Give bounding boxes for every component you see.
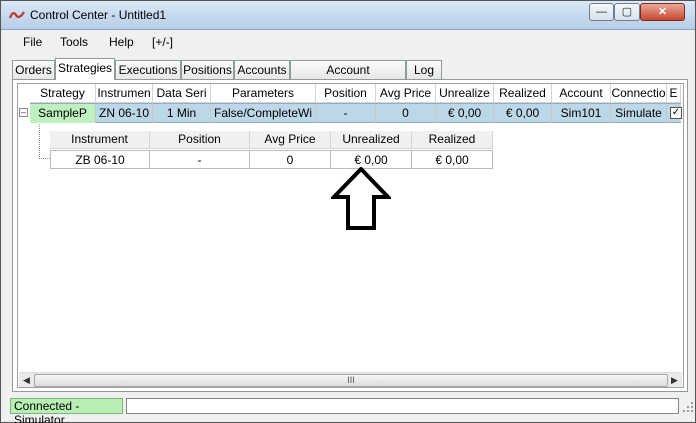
title-bar[interactable]: Control Center - Untitled1 — ▢ ✕ <box>1 1 695 30</box>
cell-connection: Simulate <box>611 104 667 123</box>
tab-executions[interactable]: Executions <box>115 60 181 79</box>
col-enabled[interactable]: E <box>667 84 681 103</box>
subcell-position: - <box>150 150 250 169</box>
menu-help[interactable]: Help <box>109 35 134 49</box>
minimize-button[interactable]: — <box>589 3 614 21</box>
status-message-field <box>126 398 679 414</box>
subcell-realized: € 0,00 <box>412 150 493 169</box>
tab-account-performance[interactable]: Account Performance <box>290 60 406 95</box>
menu-tools[interactable]: Tools <box>60 35 88 49</box>
col-account[interactable]: Account <box>552 84 611 103</box>
cell-data-series: 1 Min <box>153 104 211 123</box>
subcol-realized[interactable]: Realized <box>412 131 493 149</box>
scroll-right-icon[interactable]: ▶ <box>667 373 682 388</box>
tab-strategies[interactable]: Strategies <box>55 58 115 80</box>
window-title: Control Center - Untitled1 <box>30 8 167 22</box>
cell-unrealized: € 0,00 <box>436 104 494 123</box>
col-strategy[interactable]: Strategy <box>30 84 96 103</box>
cell-realized: € 0,00 <box>494 104 552 123</box>
resize-grip-icon[interactable] <box>683 402 693 412</box>
col-realized[interactable]: Realized <box>494 84 552 103</box>
subcell-avg-price: 0 <box>250 150 331 169</box>
scroll-left-icon[interactable]: ◀ <box>19 373 34 388</box>
col-instrument[interactable]: Instrumen <box>96 84 153 103</box>
status-bar: Connected - Simulator <box>9 396 695 423</box>
subcol-instrument[interactable]: Instrument <box>50 131 150 149</box>
subcol-unrealized[interactable]: Unrealized <box>331 131 412 149</box>
cell-strategy: SampleP <box>30 104 96 123</box>
cell-account: Sim101 <box>552 104 611 123</box>
tree-connector <box>39 124 40 159</box>
close-button[interactable]: ✕ <box>640 3 685 21</box>
scroll-thumb[interactable]: III <box>34 374 668 387</box>
tab-accounts[interactable]: Accounts <box>234 60 290 79</box>
horizontal-scrollbar[interactable]: ◀ III ▶ <box>19 372 682 387</box>
strategy-grid: Strategy Instrumen Data Seri Parameters … <box>17 83 684 388</box>
tab-orders[interactable]: Orders <box>12 60 55 79</box>
subcell-instrument: ZB 06-10 <box>50 150 150 169</box>
col-unrealized[interactable]: Unrealize <box>436 84 494 103</box>
tree-connector-branch <box>39 158 50 159</box>
strategy-row[interactable]: SampleP ZN 06-10 1 Min False/CompleteWi … <box>30 103 682 123</box>
col-data-series[interactable]: Data Seri <box>153 84 211 103</box>
subcol-avg-price[interactable]: Avg Price <box>250 131 331 149</box>
cell-instrument: ZN 06-10 <box>96 104 153 123</box>
subcol-position[interactable]: Position <box>150 131 250 149</box>
col-avg-price[interactable]: Avg Price <box>376 84 436 103</box>
cell-avg-price: 0 <box>376 104 436 123</box>
tab-positions[interactable]: Positions <box>181 60 234 79</box>
cell-parameters: False/CompleteWi <box>211 104 316 123</box>
app-logo-icon <box>9 11 25 19</box>
tab-strip: Orders Strategies Executions Positions A… <box>12 58 682 95</box>
tab-log[interactable]: Log <box>406 60 442 79</box>
maximize-button[interactable]: ▢ <box>614 3 640 21</box>
up-arrow-icon <box>331 167 391 230</box>
col-connection[interactable]: Connectio <box>611 84 667 103</box>
control-center-window: Control Center - Untitled1 — ▢ ✕ File To… <box>0 0 696 423</box>
expand-collapse-toggle[interactable]: – <box>19 108 28 117</box>
col-parameters[interactable]: Parameters <box>211 84 316 103</box>
menu-toggle[interactable]: [+/-] <box>152 35 173 49</box>
cell-position: - <box>316 104 376 123</box>
menu-bar: File Tools Help [+/-] <box>9 31 689 55</box>
menu-file[interactable]: File <box>23 35 42 49</box>
col-position[interactable]: Position <box>316 84 376 103</box>
connection-status: Connected - Simulator <box>10 398 123 423</box>
strategies-panel: Strategy Instrumen Data Seri Parameters … <box>12 79 688 392</box>
enabled-checkbox[interactable]: ✓ <box>670 107 682 119</box>
